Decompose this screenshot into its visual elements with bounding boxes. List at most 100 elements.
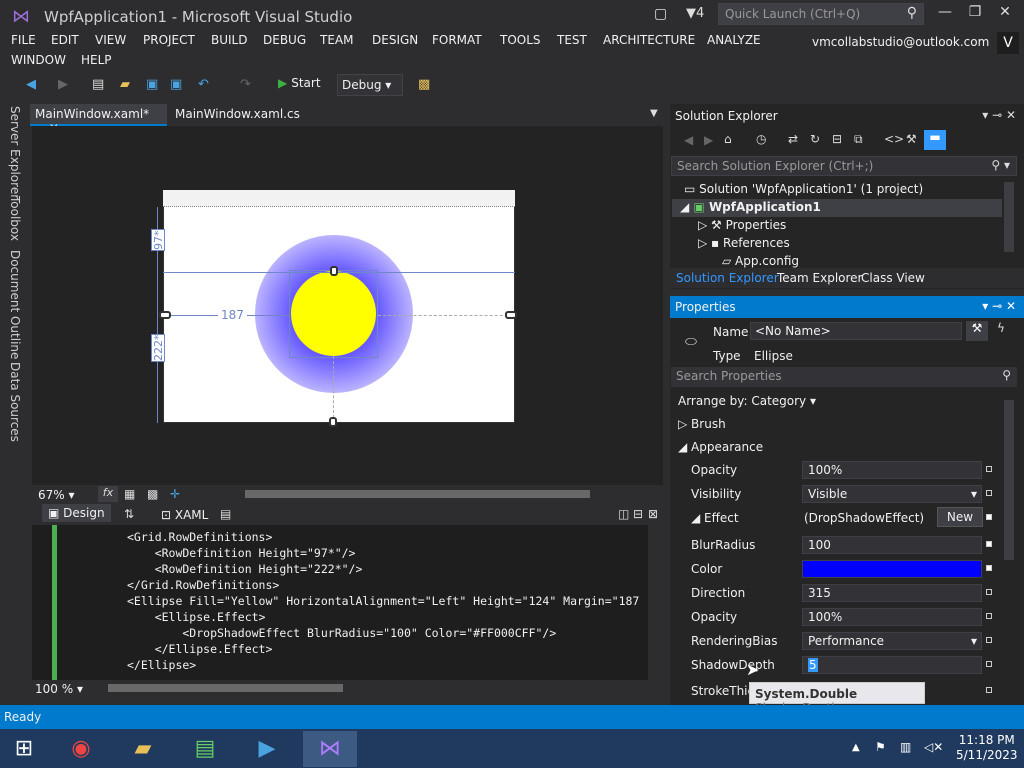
- view-code-icon[interactable]: <>: [884, 132, 904, 146]
- close-button[interactable]: ✕: [990, 4, 1020, 24]
- advanced-options-icon[interactable]: [986, 687, 992, 693]
- menu-architecture[interactable]: ARCHITECTURE: [603, 33, 695, 47]
- save-icon[interactable]: ▣: [146, 77, 158, 92]
- app-window-icon[interactable]: ▤: [181, 731, 229, 767]
- account-badge[interactable]: V: [997, 32, 1019, 54]
- toolbox-tab[interactable]: Toolbox: [8, 196, 22, 241]
- row-height-label-1[interactable]: 97*: [151, 229, 165, 251]
- project-node[interactable]: ◢ ▣ WpfApplication1: [672, 199, 1002, 217]
- prop-value-renderingbias[interactable]: Performance ▾: [802, 632, 982, 650]
- undo-icon[interactable]: ↶: [198, 77, 209, 92]
- advanced-options-icon[interactable]: [986, 490, 992, 496]
- volume-muted-icon[interactable]: ◁✕: [924, 740, 943, 754]
- maximize-button[interactable]: ❐: [960, 4, 990, 24]
- advanced-options-icon[interactable]: [986, 565, 992, 571]
- menu-project[interactable]: PROJECT: [143, 33, 195, 47]
- menu-window[interactable]: WINDOW: [11, 53, 66, 67]
- pending-changes-icon[interactable]: ◷: [756, 132, 766, 146]
- quick-launch-input[interactable]: Quick Launch (Ctrl+Q) ⚲: [718, 3, 924, 25]
- advanced-options-icon[interactable]: [986, 637, 992, 643]
- right-anchor-icon[interactable]: [505, 311, 517, 319]
- chrome-icon[interactable]: ◉: [57, 731, 105, 767]
- advanced-options-icon[interactable]: [986, 661, 992, 667]
- row-height-label-2[interactable]: 222*: [151, 334, 165, 362]
- tab-mainwindow-xaml-cs[interactable]: MainWindow.xaml.cs: [170, 104, 305, 126]
- open-file-icon[interactable]: ▰: [120, 77, 130, 92]
- prop-value-blurradius[interactable]: 100: [802, 536, 982, 554]
- top-anchor-icon[interactable]: [330, 266, 338, 276]
- minimize-button[interactable]: —: [930, 4, 960, 24]
- properties-wrench-icon[interactable]: ⚒: [906, 132, 917, 146]
- tab-dropdown-icon[interactable]: ▼: [650, 108, 658, 119]
- attach-icon[interactable]: ▩: [418, 77, 430, 92]
- prop-value-direction[interactable]: 315: [802, 584, 982, 602]
- panel-controls-icon[interactable]: ▾ ⊸ ✕: [982, 299, 1016, 313]
- left-anchor-icon[interactable]: [159, 311, 171, 319]
- category-appearance[interactable]: ◢ Appearance: [678, 440, 763, 454]
- server-explorer-tab[interactable]: Server Explorer: [8, 106, 22, 199]
- menu-view[interactable]: VIEW: [95, 33, 126, 47]
- menu-help[interactable]: HELP: [81, 53, 112, 67]
- prop-value-opacity-effect[interactable]: 100%: [802, 608, 982, 626]
- menu-edit[interactable]: EDIT: [51, 33, 79, 47]
- menu-test[interactable]: TEST: [557, 33, 587, 47]
- file-explorer-icon[interactable]: ▰: [119, 731, 167, 767]
- start-button[interactable]: ▶ Start: [278, 76, 321, 90]
- row-gridline[interactable]: [163, 272, 515, 273]
- prop-value-opacity[interactable]: 100%: [802, 461, 982, 479]
- bottom-anchor-icon[interactable]: [329, 417, 337, 427]
- advanced-options-icon[interactable]: [986, 514, 992, 520]
- menu-debug[interactable]: DEBUG: [263, 33, 306, 47]
- save-all-icon[interactable]: ▣: [170, 77, 182, 92]
- snap-grid-icon[interactable]: ▩: [147, 487, 158, 501]
- design-view-tab[interactable]: ▣ Design: [42, 504, 111, 522]
- designer-zoom-select[interactable]: 67% ▾: [38, 488, 75, 502]
- property-search-input[interactable]: Search Properties ⚲: [671, 367, 1017, 387]
- tab-solution-explorer[interactable]: Solution Explorer: [676, 271, 779, 285]
- advanced-options-icon[interactable]: [986, 613, 992, 619]
- xaml-view-tab[interactable]: ⊡ XAML: [161, 508, 208, 522]
- snap-lines-icon[interactable]: ✛: [170, 487, 180, 501]
- solution-scrollbar[interactable]: [1004, 182, 1014, 252]
- forward-icon[interactable]: ▶: [58, 77, 68, 92]
- app-config-node[interactable]: ▱ App.config: [722, 254, 799, 268]
- panel-controls-icon[interactable]: ▾ ⊸ ✕: [982, 108, 1016, 122]
- prop-value-shadowdepth[interactable]: 5: [802, 656, 982, 674]
- grid-icon[interactable]: ▦: [124, 487, 135, 501]
- properties-scrollbar[interactable]: [1004, 400, 1014, 560]
- references-node[interactable]: ▷ ▪ References: [698, 236, 790, 250]
- code-vertical-scrollbar[interactable]: [648, 525, 663, 680]
- horizontal-split-icon[interactable]: ⊟: [633, 507, 643, 521]
- collapse-pane-icon[interactable]: ▤: [220, 507, 231, 521]
- data-sources-tab[interactable]: Data Sources: [8, 362, 22, 442]
- tab-team-explorer[interactable]: Team Explorer: [777, 271, 863, 285]
- properties-wrench-icon[interactable]: ⚒: [966, 321, 988, 341]
- events-lightning-icon[interactable]: ϟ: [992, 321, 1010, 341]
- preview-selected-icon[interactable]: ▬: [924, 130, 946, 150]
- back-icon[interactable]: ◀: [684, 133, 693, 147]
- action-center-flag-icon[interactable]: ⚑: [875, 740, 886, 754]
- collapse-code-icon[interactable]: ⊠: [648, 507, 658, 521]
- arrange-by-dropdown[interactable]: Arrange by: Category ▾: [678, 394, 816, 408]
- properties-node[interactable]: ▷ ⚒ Properties: [698, 218, 786, 232]
- back-icon[interactable]: ◀: [26, 77, 36, 92]
- advanced-options-icon[interactable]: [986, 541, 992, 547]
- taskbar-clock[interactable]: 11:18 PM 5/11/2023: [956, 733, 1018, 763]
- forward-icon[interactable]: ▶: [704, 133, 713, 147]
- menu-format[interactable]: FORMAT: [432, 33, 482, 47]
- menu-team[interactable]: TEAM: [320, 33, 353, 47]
- powershell-icon[interactable]: ▶: [243, 731, 291, 767]
- vertical-split-icon[interactable]: ◫: [618, 507, 629, 521]
- visual-studio-taskbar-icon[interactable]: ⋈: [303, 731, 357, 767]
- category-brush[interactable]: ▷ Brush: [678, 417, 726, 431]
- menu-design[interactable]: DESIGN: [372, 33, 418, 47]
- new-project-icon[interactable]: ▤: [92, 77, 104, 92]
- code-zoom-select[interactable]: 100 % ▾: [35, 682, 83, 696]
- name-input[interactable]: <No Name>: [750, 322, 962, 340]
- advanced-options-icon[interactable]: [986, 466, 992, 472]
- collapse-all-icon[interactable]: ⊟: [832, 132, 842, 146]
- new-effect-button[interactable]: New: [937, 507, 983, 527]
- redo-icon[interactable]: ↷: [240, 77, 251, 92]
- show-all-files-icon[interactable]: ⧉: [854, 132, 863, 147]
- feedback-flag-icon[interactable]: ▼4: [686, 6, 704, 21]
